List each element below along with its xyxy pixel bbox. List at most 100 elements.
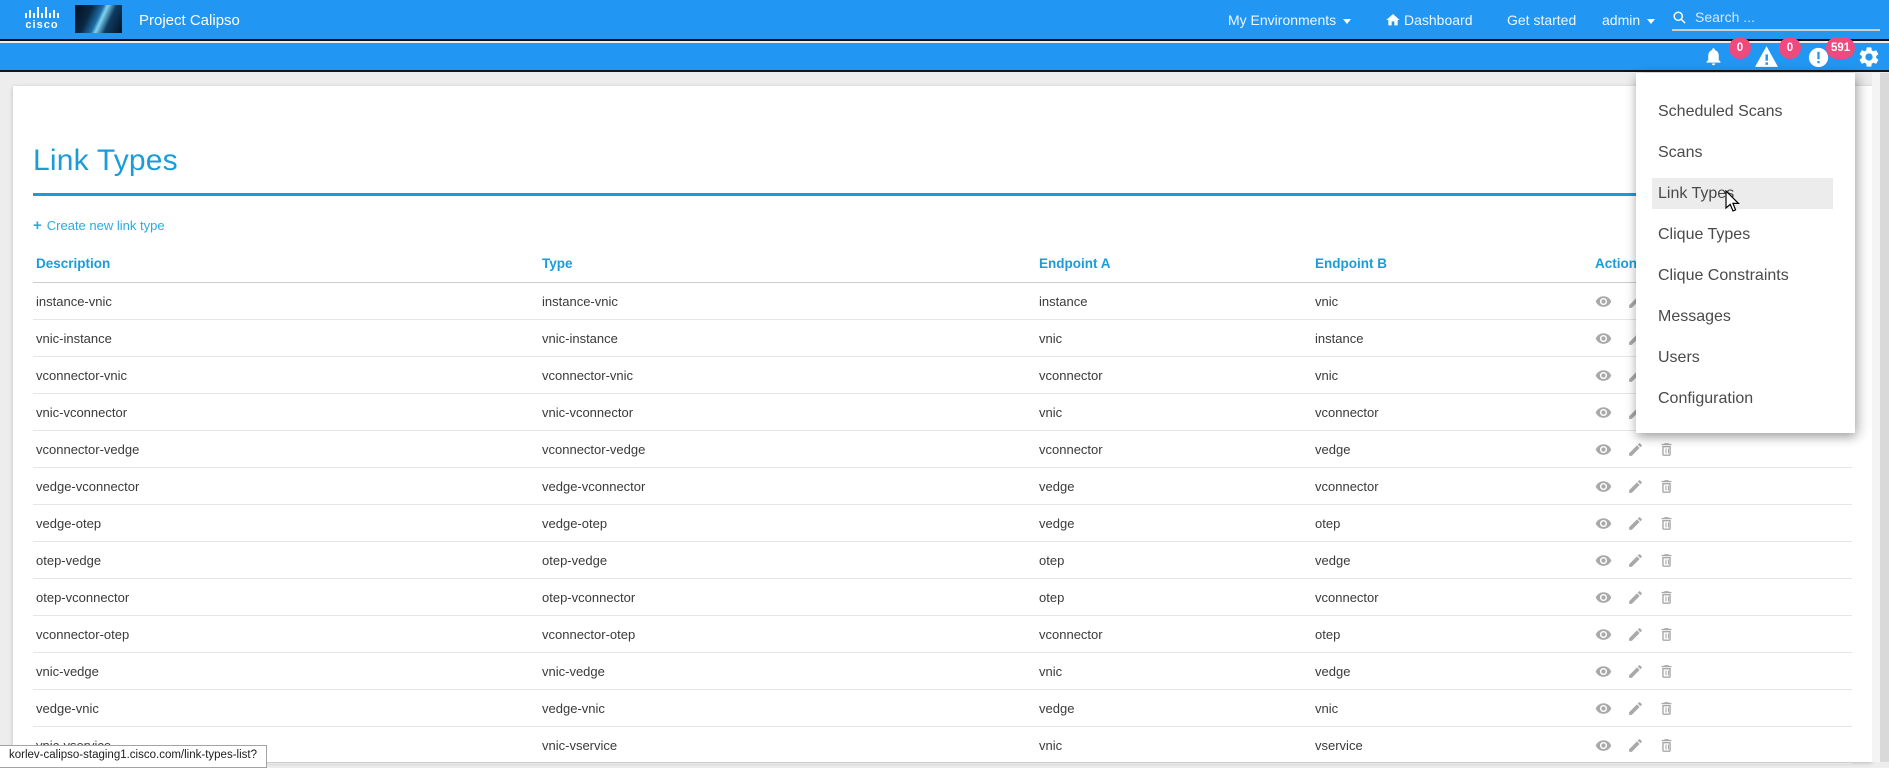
link-types-table: Description Type Endpoint A Endpoint B A… — [33, 248, 1852, 764]
delete-button[interactable] — [1658, 699, 1675, 716]
col-header-type[interactable]: Type — [539, 248, 1036, 283]
settings-menu-item-configuration[interactable]: Configuration — [1636, 378, 1855, 419]
page-title: Link Types — [33, 144, 1852, 178]
nav-dashboard[interactable]: Dashboard — [1385, 12, 1473, 28]
cell-endpoint-b: instance — [1312, 320, 1592, 357]
view-button[interactable] — [1595, 551, 1612, 568]
cell-description: vedge-vconnector — [33, 468, 539, 505]
edit-button[interactable] — [1627, 551, 1644, 568]
cell-type: vconnector-vnic — [539, 357, 1036, 394]
delete-button[interactable] — [1658, 514, 1675, 531]
col-header-description[interactable]: Description — [33, 248, 539, 283]
pencil-icon — [1627, 478, 1644, 495]
view-button[interactable] — [1595, 736, 1612, 753]
nav-my-environments[interactable]: My Environments — [1228, 12, 1351, 28]
scrollbar[interactable] — [1872, 73, 1889, 762]
cell-endpoint-b: vedge — [1312, 542, 1592, 579]
edit-button[interactable] — [1627, 699, 1644, 716]
cell-type: vedge-vnic — [539, 690, 1036, 727]
settings-gear-button[interactable] — [1857, 45, 1881, 69]
search-input[interactable] — [1695, 9, 1865, 25]
status-url-tooltip: korlev-calipso-staging1.cisco.com/link-t… — [0, 745, 267, 768]
cell-endpoint-b: vedge — [1312, 653, 1592, 690]
cell-endpoint-b: vconnector — [1312, 579, 1592, 616]
cell-type: otep-vedge — [539, 542, 1036, 579]
cell-type: otep-vconnector — [539, 579, 1036, 616]
eye-icon — [1595, 441, 1612, 458]
calipso-logo-image — [75, 5, 122, 33]
warnings-button[interactable] — [1754, 45, 1779, 68]
cell-endpoint-a: otep — [1036, 579, 1312, 616]
cell-endpoint-b: vservice — [1312, 727, 1592, 764]
cell-endpoint-b: vconnector — [1312, 468, 1592, 505]
scrollbar-thumb[interactable] — [1880, 73, 1889, 762]
settings-menu-item-messages[interactable]: Messages — [1636, 296, 1855, 337]
delete-button[interactable] — [1658, 551, 1675, 568]
view-button[interactable] — [1595, 366, 1612, 383]
edit-button[interactable] — [1627, 440, 1644, 457]
eye-icon — [1595, 552, 1612, 569]
cell-type: vconnector-vedge — [539, 431, 1036, 468]
table-row: vedge-otep vedge-otep vedge otep — [33, 505, 1852, 542]
cell-description: vnic-instance — [33, 320, 539, 357]
notifications-bell-button[interactable] — [1703, 46, 1724, 67]
cell-type: vconnector-otep — [539, 616, 1036, 653]
edit-button[interactable] — [1627, 514, 1644, 531]
eye-icon — [1595, 404, 1612, 421]
delete-button[interactable] — [1658, 588, 1675, 605]
cell-type: vnic-instance — [539, 320, 1036, 357]
bell-icon — [1703, 46, 1724, 67]
settings-menu-item-users[interactable]: Users — [1636, 337, 1855, 378]
nav-user-menu[interactable]: admin — [1602, 12, 1655, 28]
settings-menu-item-link-types[interactable]: Link Types — [1636, 173, 1855, 214]
pencil-icon — [1627, 552, 1644, 569]
view-button[interactable] — [1595, 699, 1612, 716]
cell-description: instance-vnic — [33, 283, 539, 320]
eye-icon — [1595, 293, 1612, 310]
pencil-icon — [1627, 589, 1644, 606]
view-button[interactable] — [1595, 403, 1612, 420]
settings-menu-item-scans[interactable]: Scans — [1636, 132, 1855, 173]
edit-button[interactable] — [1627, 625, 1644, 642]
cell-type: vnic-vedge — [539, 653, 1036, 690]
mouse-cursor — [1725, 190, 1742, 214]
cell-actions — [1592, 542, 1852, 579]
eye-icon — [1595, 737, 1612, 754]
search-box[interactable] — [1672, 5, 1880, 31]
view-button[interactable] — [1595, 588, 1612, 605]
edit-button[interactable] — [1627, 588, 1644, 605]
delete-button[interactable] — [1658, 440, 1675, 457]
delete-button[interactable] — [1658, 477, 1675, 494]
view-button[interactable] — [1595, 440, 1612, 457]
chevron-down-icon — [1343, 19, 1351, 24]
plus-icon: + — [33, 217, 42, 234]
cell-description: vnic-vedge — [33, 653, 539, 690]
view-button[interactable] — [1595, 329, 1612, 346]
cell-endpoint-a: vnic — [1036, 653, 1312, 690]
cell-description: vconnector-otep — [33, 616, 539, 653]
cell-type: instance-vnic — [539, 283, 1036, 320]
edit-button[interactable] — [1627, 662, 1644, 679]
col-header-endpoint-b[interactable]: Endpoint B — [1312, 248, 1592, 283]
pencil-icon — [1627, 441, 1644, 458]
table-row: otep-vconnector otep-vconnector otep vco… — [33, 579, 1852, 616]
delete-button[interactable] — [1658, 736, 1675, 753]
settings-menu-item-clique-types[interactable]: Clique Types — [1636, 214, 1855, 255]
view-button[interactable] — [1595, 662, 1612, 679]
col-header-endpoint-a[interactable]: Endpoint A — [1036, 248, 1312, 283]
eye-icon — [1595, 700, 1612, 717]
settings-menu-item-scheduled-scans[interactable]: Scheduled Scans — [1636, 91, 1855, 132]
delete-button[interactable] — [1658, 625, 1675, 642]
delete-button[interactable] — [1658, 662, 1675, 679]
edit-button[interactable] — [1627, 477, 1644, 494]
settings-menu-item-clique-constraints[interactable]: Clique Constraints — [1636, 255, 1855, 296]
edit-button[interactable] — [1627, 736, 1644, 753]
top-navbar: cisco Project Calipso My Environments Da… — [0, 0, 1889, 41]
create-new-link-type-button[interactable]: +Create new link type — [33, 217, 165, 234]
view-button[interactable] — [1595, 625, 1612, 642]
view-button[interactable] — [1595, 477, 1612, 494]
cell-description: vconnector-vnic — [33, 357, 539, 394]
view-button[interactable] — [1595, 514, 1612, 531]
view-button[interactable] — [1595, 292, 1612, 309]
nav-get-started[interactable]: Get started — [1507, 12, 1576, 28]
